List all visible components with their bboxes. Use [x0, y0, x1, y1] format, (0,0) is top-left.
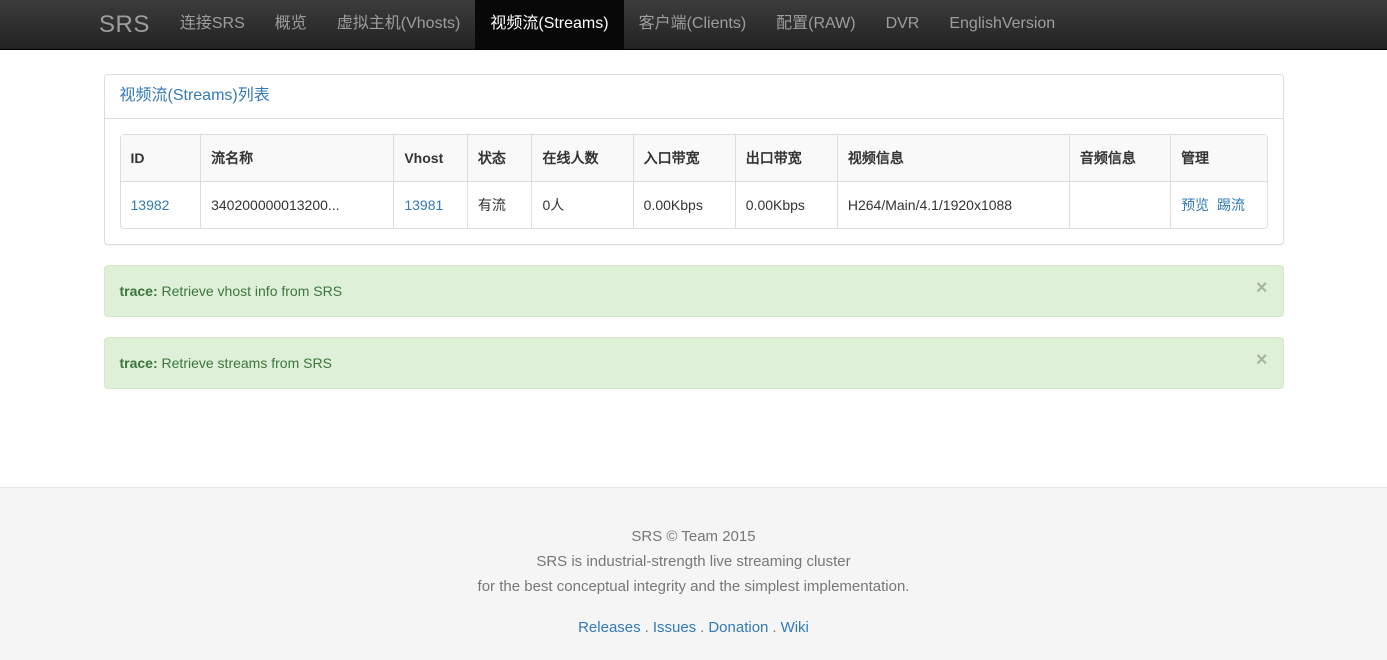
streams-table: ID 流名称 Vhost 状态 在线人数 入口带宽 出口带宽 视频信息 音频信息…: [119, 133, 1268, 229]
footer-link-1[interactable]: Issues: [653, 619, 696, 636]
alert-prefix: trace:: [119, 354, 158, 371]
nav-item-4[interactable]: 客户端(Clients): [624, 0, 762, 49]
alert-streams-info: trace: Retrieve streams from SRS ×: [103, 336, 1284, 389]
cell-vhost: 13981: [393, 181, 467, 228]
footer-link-2[interactable]: Donation: [708, 619, 768, 636]
streams-panel-body: ID 流名称 Vhost 状态 在线人数 入口带宽 出口带宽 视频信息 音频信息…: [105, 119, 1283, 244]
vhost-id-link[interactable]: 13981: [404, 197, 443, 213]
top-navbar: SRS 连接SRS 概览 虚拟主机(Vhosts) 视频流(Streams) 客户端(C…: [0, 0, 1387, 50]
cell-audio: [1068, 181, 1170, 228]
alert-message: Retrieve streams from SRS: [161, 354, 332, 371]
nav-item-2[interactable]: 虚拟主机(Vhosts): [322, 0, 476, 49]
column-header-state: 状态: [466, 134, 532, 182]
nav-item-7[interactable]: EnglishVersion: [934, 0, 1070, 49]
column-header-clients: 在线人数: [531, 134, 633, 182]
alert-message: Retrieve vhost info from SRS: [161, 282, 343, 299]
footer-tagline-2: for the best conceptual integrity and th…: [477, 578, 910, 595]
footer-link-separator: .: [700, 619, 705, 636]
footer-link-3[interactable]: Wiki: [781, 619, 809, 636]
stream-id-link[interactable]: 13982: [131, 197, 170, 213]
preview-link[interactable]: 预览: [1181, 197, 1209, 213]
column-header-name: 流名称: [200, 134, 394, 182]
page-footer: SRS © Team 2015 SRS is industrial-streng…: [0, 487, 1387, 660]
nav-item-5[interactable]: 配置(RAW): [761, 0, 870, 49]
cell-clients: 0人: [531, 181, 632, 228]
column-header-vhost: Vhost: [393, 134, 467, 182]
column-header-outbw: 出口带宽: [734, 134, 837, 182]
streams-table-head: ID 流名称 Vhost 状态 在线人数 入口带宽 出口带宽 视频信息 音频信息…: [120, 134, 1267, 182]
column-header-manage: 管理: [1170, 134, 1267, 182]
cell-id: 13982: [121, 182, 201, 228]
brand-srs[interactable]: SRS: [84, 0, 165, 49]
close-icon[interactable]: ×: [1256, 350, 1268, 370]
navbar-menu: 连接SRS 概览 虚拟主机(Vhosts) 视频流(Streams) 客户端(Clien…: [165, 0, 1070, 49]
column-header-audio: 音频信息: [1068, 134, 1171, 182]
streams-panel: 视频流(Streams)列表 ID 流名称 Vhost 状态 在线人数 入口带宽…: [103, 74, 1284, 245]
streams-panel-title[interactable]: 视频流(Streams)列表: [120, 85, 1268, 108]
cell-state: 有流: [466, 181, 532, 228]
alert-vhost-info: trace: Retrieve vhost info from SRS ×: [103, 264, 1284, 317]
footer-link-0[interactable]: Releases: [578, 619, 641, 636]
navbar-inner: SRS 连接SRS 概览 虚拟主机(Vhosts) 视频流(Streams) 客户端(C…: [0, 0, 1070, 49]
cell-manage: 预览 踢流: [1170, 181, 1266, 228]
nav-item-3[interactable]: 视频流(Streams): [475, 0, 624, 49]
page-content: 视频流(Streams)列表 ID 流名称 Vhost 状态 在线人数 入口带宽…: [0, 50, 1387, 459]
column-header-inbw: 入口带宽: [632, 134, 735, 182]
footer-copyright: SRS © Team 2015: [631, 528, 756, 545]
footer-link-separator: .: [772, 619, 777, 636]
footer-links: Releases. Issues. Donation. Wiki: [0, 615, 1387, 640]
column-header-id: ID: [120, 134, 201, 182]
nav-item-6[interactable]: DVR: [871, 0, 935, 49]
column-header-video: 视频信息: [836, 134, 1069, 182]
main-container: 视频流(Streams)列表 ID 流名称 Vhost 状态 在线人数 入口带宽…: [103, 50, 1284, 389]
cell-video: H264/Main/4.1/1920x1088: [836, 181, 1069, 228]
alert-prefix: trace:: [119, 282, 158, 299]
nav-item-0[interactable]: 连接SRS: [165, 0, 260, 49]
streams-table-body: 13982 340200000013200... 13981 有流 0人 0.0…: [121, 181, 1267, 228]
streams-panel-heading: 视频流(Streams)列表: [104, 75, 1283, 119]
close-icon[interactable]: ×: [1256, 278, 1268, 298]
nav-item-1[interactable]: 概览: [260, 0, 322, 49]
table-header-row: ID 流名称 Vhost 状态 在线人数 入口带宽 出口带宽 视频信息 音频信息…: [120, 134, 1267, 182]
cell-name: 340200000013200...: [200, 181, 393, 228]
footer-tagline-1: SRS is industrial-strength live streamin…: [536, 553, 851, 570]
kick-stream-link[interactable]: 踢流: [1217, 197, 1245, 213]
cell-outbw: 0.00Kbps: [734, 181, 837, 228]
cell-inbw: 0.00Kbps: [632, 181, 735, 228]
table-row: 13982 340200000013200... 13981 有流 0人 0.0…: [121, 181, 1267, 228]
footer-link-separator: .: [644, 619, 649, 636]
